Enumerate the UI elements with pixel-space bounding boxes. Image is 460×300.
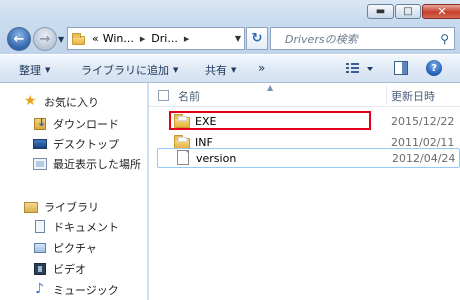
recent-pages-dropdown[interactable]: ▼	[58, 35, 64, 44]
preview-pane-button[interactable]	[394, 61, 408, 75]
nav-favorites-label: お気に入り	[44, 96, 99, 109]
navigation-pane: ★ お気に入り ダウンロード デスクトップ 最近表示した場所 ライブラリ ドキュ…	[0, 83, 148, 300]
nav-music[interactable]: ♪ ミュージック	[33, 281, 119, 299]
breadcrumb-windows[interactable]: Win...	[101, 32, 136, 45]
help-button[interactable]: ?	[426, 60, 442, 76]
recent-places-icon	[33, 157, 47, 171]
search-input[interactable]: Driversの検索 ⚲	[270, 27, 455, 50]
nav-recent-places[interactable]: 最近表示した場所	[33, 155, 141, 173]
select-all-checkbox[interactable]	[158, 90, 169, 101]
more-commands-label: »	[258, 61, 266, 75]
highlight-annotation	[169, 111, 371, 130]
minimize-button[interactable]: ▬	[367, 4, 394, 19]
nav-music-label: ミュージック	[53, 284, 119, 297]
documents-icon	[33, 220, 47, 234]
command-bar: 整理 ▼ ライブラリに追加 ▼ 共有 ▼ » ?	[0, 54, 460, 83]
close-icon: ✕	[437, 5, 447, 18]
organize-label: 整理	[19, 64, 41, 77]
chevron-down-icon: ▼	[231, 66, 237, 74]
nav-desktop[interactable]: デスクトップ	[33, 135, 119, 153]
more-commands-button[interactable]: »	[258, 61, 265, 75]
nav-pictures-label: ピクチャ	[53, 242, 97, 255]
nav-libraries[interactable]: ライブラリ	[24, 198, 99, 216]
folder-icon	[72, 32, 86, 45]
search-icon[interactable]: ⚲	[440, 32, 449, 46]
nav-libraries-label: ライブラリ	[44, 201, 99, 214]
back-button[interactable]: ←	[7, 27, 31, 51]
file-row-version[interactable]: version 2012/04/24	[157, 148, 460, 168]
add-to-library-label: ライブラリに追加	[81, 64, 169, 77]
music-icon: ♪	[35, 281, 44, 297]
title-bar: ▬ □ ✕	[0, 0, 460, 24]
close-button[interactable]: ✕	[422, 4, 460, 19]
address-bar[interactable]: « Win... ▶ Dri... ▶ ▼	[67, 27, 245, 50]
breadcrumb-drivers[interactable]: Dri...	[149, 32, 180, 45]
file-date: 2015/12/22	[391, 115, 455, 128]
organize-menu[interactable]: 整理 ▼	[19, 62, 50, 78]
nav-videos[interactable]: ビデオ	[33, 260, 86, 278]
address-row: ← → ▼ « Win... ▶ Dri... ▶ ▼ ↻ Driversの検索…	[0, 24, 460, 54]
videos-icon	[33, 262, 47, 276]
forward-button[interactable]: →	[33, 27, 57, 51]
maximize-button[interactable]: □	[395, 4, 421, 19]
refresh-button[interactable]: ↻	[246, 27, 268, 50]
libraries-icon	[24, 200, 38, 214]
column-name-header[interactable]: 名前	[178, 88, 200, 104]
back-arrow-icon: ←	[13, 31, 25, 47]
view-list-icon	[346, 63, 373, 73]
address-dropdown-icon[interactable]: ▼	[235, 34, 241, 43]
file-list-pane: 名前 ▲ 更新日時 EXE 2015/12/22 INF 2011/02/11 …	[149, 83, 460, 300]
file-date: 2012/04/24	[392, 152, 456, 165]
forward-arrow-icon: →	[39, 31, 51, 47]
star-icon: ★	[24, 93, 37, 109]
nav-favorites[interactable]: ★ お気に入り	[24, 93, 99, 111]
file-icon	[175, 150, 191, 165]
maximize-icon: □	[403, 6, 413, 17]
breadcrumb-overflow[interactable]: «	[90, 32, 101, 45]
sort-ascending-icon: ▲	[267, 83, 274, 92]
nav-documents[interactable]: ドキュメント	[33, 218, 119, 236]
nav-downloads-label: ダウンロード	[53, 118, 119, 131]
nav-downloads[interactable]: ダウンロード	[33, 115, 119, 133]
column-divider[interactable]	[386, 86, 387, 105]
column-header: 名前 ▲ 更新日時	[149, 83, 460, 107]
help-icon: ?	[431, 62, 437, 74]
share-menu[interactable]: 共有 ▼	[205, 62, 236, 78]
pictures-icon	[33, 241, 47, 255]
share-label: 共有	[205, 64, 227, 77]
nav-pictures[interactable]: ピクチャ	[33, 239, 97, 257]
refresh-icon: ↻	[251, 31, 263, 46]
file-name: version	[196, 152, 237, 165]
minimize-icon: ▬	[375, 6, 386, 17]
chevron-right-icon[interactable]: ▶	[180, 35, 193, 43]
chevron-right-icon[interactable]: ▶	[136, 35, 149, 43]
search-placeholder: Driversの検索	[285, 32, 358, 46]
nav-recent-places-label: 最近表示した場所	[53, 158, 141, 171]
change-view-button[interactable]	[345, 61, 375, 77]
chevron-down-icon: ▼	[45, 66, 51, 74]
nav-desktop-label: デスクトップ	[53, 138, 119, 151]
column-date-header[interactable]: 更新日時	[391, 88, 435, 104]
chevron-down-icon: ▼	[173, 66, 179, 74]
desktop-icon	[33, 137, 47, 151]
nav-videos-label: ビデオ	[53, 263, 86, 276]
add-to-library-menu[interactable]: ライブラリに追加 ▼	[81, 62, 178, 78]
nav-documents-label: ドキュメント	[53, 221, 119, 234]
downloads-folder-icon	[33, 116, 47, 131]
